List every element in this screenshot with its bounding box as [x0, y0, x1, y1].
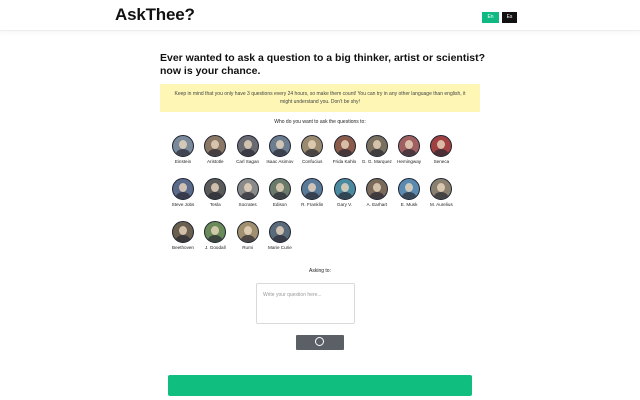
thinker-name: Seneca: [433, 159, 450, 164]
thinker-avatar: [204, 221, 227, 243]
thinker-option[interactable]: R. Franklin: [295, 178, 329, 208]
send-button[interactable]: [296, 335, 344, 350]
thinker-avatar: [172, 178, 194, 200]
thinker-name: Gary V.: [336, 202, 353, 207]
thinker-name: Rumi: [242, 245, 253, 250]
thinker-avatar: [430, 178, 453, 200]
thinker-name: Edison: [272, 202, 287, 207]
thinker-option[interactable]: E. Musk: [392, 178, 426, 208]
thinker-avatar: [301, 178, 324, 200]
top-header: AskThee? En Es: [0, 0, 640, 31]
thinker-avatar: [172, 221, 194, 243]
thinker-avatar: [398, 178, 421, 200]
thinker-option[interactable]: Beethoven: [166, 221, 200, 251]
thinker-option[interactable]: Marie Curie: [263, 221, 297, 251]
thinker-option[interactable]: Gary V.: [328, 178, 362, 208]
thinker-option[interactable]: Aristotle: [198, 135, 232, 165]
asking-label: Asking to:: [309, 268, 331, 274]
thinker-avatar: [398, 135, 421, 157]
language-es-button[interactable]: Es: [502, 12, 517, 23]
thinker-avatar: [333, 135, 356, 157]
question-input[interactable]: [256, 283, 355, 324]
thinker-avatar: [365, 178, 388, 200]
thinker-name: G. G. Marquez: [361, 159, 392, 164]
thinker-name: Confucius: [301, 159, 323, 164]
thinker-option[interactable]: Rumi: [231, 221, 265, 251]
thinker-option[interactable]: Confucius: [295, 135, 329, 165]
thinker-avatar: [172, 135, 194, 157]
thinker-avatar: [236, 135, 259, 157]
thinker-option[interactable]: Seneca: [424, 135, 458, 165]
language-en-button[interactable]: En: [482, 12, 499, 23]
thinker-option[interactable]: Steve Jobs: [166, 178, 200, 208]
thinker-name: Steve Jobs: [171, 202, 195, 207]
thinker-option[interactable]: M. Aurelius: [424, 178, 458, 208]
thinker-prompt: Who do you want to ask the questions to:: [274, 119, 366, 125]
thinker-avatar: [268, 178, 291, 200]
thinker-name: E. Musk: [400, 202, 418, 207]
thinker-name: Einstein: [174, 159, 192, 164]
thinker-name: Frida Kahlo: [332, 159, 357, 164]
thinker-name: Beethoven: [172, 245, 194, 250]
thinker-option[interactable]: Socrates: [231, 178, 265, 208]
thinker-option[interactable]: Isaac Asimov: [263, 135, 297, 165]
thinker-avatar: [430, 135, 453, 157]
thinker-avatar: [236, 221, 259, 243]
thinker-avatar: [268, 135, 291, 157]
thinker-option[interactable]: Hemingway: [392, 135, 426, 165]
submit-button[interactable]: [168, 375, 472, 396]
loading-spinner-icon: [315, 337, 324, 346]
thinker-option[interactable]: Frida Kahlo: [328, 135, 362, 165]
thinker-option[interactable]: G. G. Marquez: [360, 135, 394, 165]
thinker-option[interactable]: A. Earhart: [360, 178, 394, 208]
thinker-name: Marie Curie: [268, 245, 292, 250]
thinker-option[interactable]: Edison: [263, 178, 297, 208]
thinker-name: M. Aurelius: [430, 202, 453, 207]
thinker-option[interactable]: Einstein: [166, 135, 200, 165]
thinker-name: Carl Sagan: [236, 159, 260, 164]
thinker-avatar: [301, 135, 324, 157]
thinker-avatar: [268, 221, 291, 243]
notice-banner: Keep in mind that you only have 3 questi…: [160, 84, 480, 112]
thinker-name: J. Goodall: [204, 245, 226, 250]
thinker-name: Hemingway: [397, 159, 422, 164]
thinker-name: Tesla: [209, 202, 221, 207]
logo[interactable]: AskThee?: [115, 5, 195, 25]
thinker-name: Isaac Asimov: [266, 159, 294, 164]
thinker-avatar: [365, 135, 388, 157]
thinker-avatar: [333, 178, 356, 200]
thinker-option[interactable]: J. Goodall: [198, 221, 232, 251]
thinker-option[interactable]: Carl Sagan: [231, 135, 265, 165]
page-headline: Ever wanted to ask a question to a big t…: [160, 52, 485, 77]
thinker-name: Aristotle: [206, 159, 224, 164]
thinker-name: Socrates: [238, 202, 257, 207]
thinker-avatar: [204, 135, 227, 157]
thinker-option[interactable]: Tesla: [198, 178, 232, 208]
thinker-avatar: [204, 178, 227, 200]
thinker-avatar: [236, 178, 259, 200]
thinker-name: R. Franklin: [301, 202, 324, 207]
thinker-name: A. Earhart: [366, 202, 388, 207]
